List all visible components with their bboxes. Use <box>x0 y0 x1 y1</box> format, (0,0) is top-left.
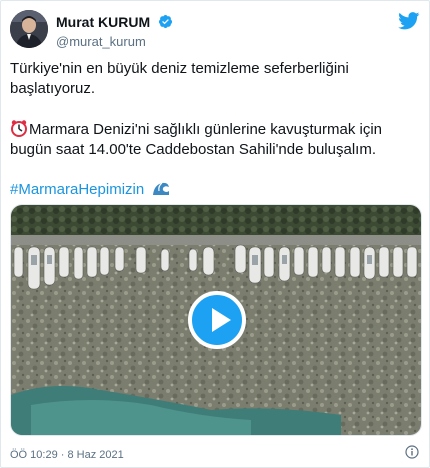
tweet-paragraph-2-text: Marmara Denizi'ni sağlıklı günlerine kav… <box>10 121 387 158</box>
tweet-timestamp[interactable]: ÖÖ 10:29 · 8 Haz 2021 <box>10 449 124 461</box>
display-name[interactable]: Murat KURUM <box>56 14 150 30</box>
tweet-text: Türkiye'nin en büyük deniz temizleme sef… <box>10 59 420 220</box>
verified-badge-icon <box>158 14 173 29</box>
play-icon <box>212 308 231 332</box>
hashtag-link[interactable]: #MarmaraHepimizin <box>10 181 144 198</box>
alarm-clock-icon <box>10 119 28 137</box>
water-wave-icon <box>152 181 170 197</box>
info-icon[interactable] <box>405 445 419 459</box>
video-thumbnail[interactable] <box>10 204 422 436</box>
twitter-bird-icon[interactable] <box>398 12 420 30</box>
tweet-header: Murat KURUM @murat_kurum <box>10 10 420 50</box>
play-button[interactable] <box>188 291 246 349</box>
tweet-paragraph-1: Türkiye'nin en büyük deniz temizleme sef… <box>10 60 354 97</box>
tweet-footer: ÖÖ 10:29 · 8 Haz 2021 <box>10 445 420 461</box>
author-names: Murat KURUM @murat_kurum <box>56 13 173 49</box>
tweet-card: Murat KURUM @murat_kurum Türkiye'nin en … <box>0 0 430 468</box>
tweet-paragraph-2: Marmara Denizi'ni sağlıklı günlerine kav… <box>10 119 420 160</box>
author-handle[interactable]: @murat_kurum <box>56 34 173 49</box>
avatar[interactable] <box>10 10 48 48</box>
tweet-paragraph-3: #MarmaraHepimizin <box>10 180 420 200</box>
